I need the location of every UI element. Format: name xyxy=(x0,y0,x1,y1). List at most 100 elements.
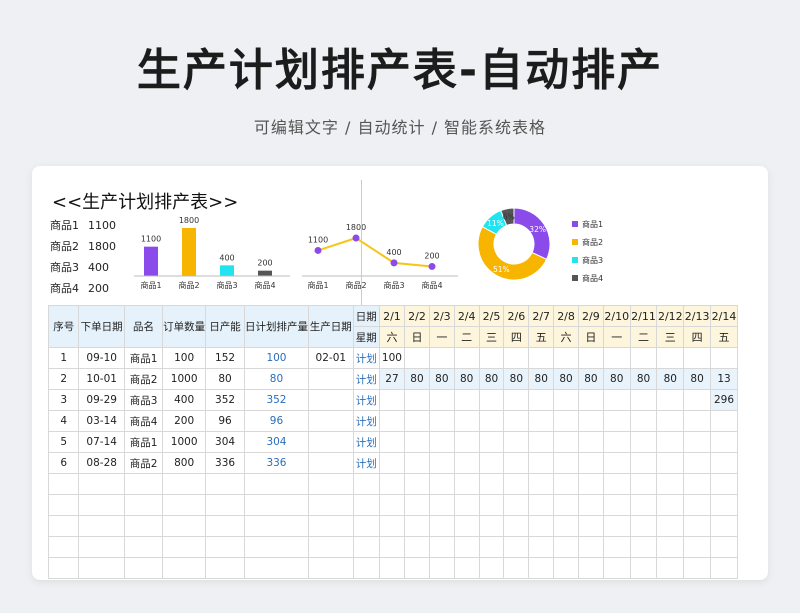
cell-production-date[interactable] xyxy=(307,410,354,432)
cell-production-date[interactable] xyxy=(307,452,354,474)
cell-schedule[interactable] xyxy=(428,389,455,411)
empty-cell[interactable] xyxy=(162,515,207,537)
cell-schedule[interactable] xyxy=(478,431,505,453)
empty-cell[interactable] xyxy=(528,494,555,516)
cell-schedule[interactable] xyxy=(602,431,631,453)
empty-cell[interactable] xyxy=(629,515,658,537)
empty-cell[interactable] xyxy=(78,494,125,516)
cell-schedule[interactable] xyxy=(577,452,604,474)
empty-cell[interactable] xyxy=(683,536,711,558)
cell-schedule[interactable] xyxy=(503,347,530,369)
cell-schedule[interactable]: 80 xyxy=(528,368,555,390)
cell-product[interactable]: 商品2 xyxy=(123,368,164,390)
cell-schedule[interactable] xyxy=(577,389,604,411)
cell-schedule[interactable] xyxy=(602,389,631,411)
cell-schedule[interactable]: 80 xyxy=(453,368,480,390)
empty-cell[interactable] xyxy=(478,473,505,495)
empty-cell[interactable] xyxy=(503,536,530,558)
empty-cell[interactable] xyxy=(577,473,604,495)
empty-cell[interactable] xyxy=(629,536,658,558)
cell-product[interactable]: 商品4 xyxy=(123,410,164,432)
empty-cell[interactable] xyxy=(428,515,455,537)
empty-cell[interactable] xyxy=(602,536,631,558)
empty-cell[interactable] xyxy=(683,494,711,516)
empty-cell[interactable] xyxy=(656,515,685,537)
empty-cell[interactable] xyxy=(528,536,555,558)
empty-cell[interactable] xyxy=(577,515,604,537)
cell-schedule[interactable] xyxy=(683,410,711,432)
cell-schedule[interactable] xyxy=(453,410,480,432)
cell-product[interactable]: 商品3 xyxy=(123,389,164,411)
empty-cell[interactable] xyxy=(577,494,604,516)
cell-schedule[interactable] xyxy=(629,410,658,432)
empty-cell[interactable] xyxy=(205,515,245,537)
cell-schedule[interactable] xyxy=(553,452,579,474)
cell-order-date[interactable]: 08-28 xyxy=(78,452,125,474)
cell-schedule[interactable] xyxy=(503,389,530,411)
empty-cell[interactable] xyxy=(404,494,430,516)
cell-schedule[interactable] xyxy=(378,452,406,474)
empty-cell[interactable] xyxy=(602,494,631,516)
cell-product[interactable]: 商品1 xyxy=(123,347,164,369)
cell-schedule[interactable]: 100 xyxy=(378,347,406,369)
empty-cell[interactable] xyxy=(162,494,207,516)
empty-cell[interactable] xyxy=(123,536,164,558)
cell-schedule[interactable] xyxy=(710,431,738,453)
cell-plan-label[interactable]: 计划 xyxy=(352,347,380,369)
cell-product[interactable]: 商品1 xyxy=(123,431,164,453)
cell-schedule[interactable]: 80 xyxy=(553,368,579,390)
empty-cell[interactable] xyxy=(404,536,430,558)
cell-schedule[interactable] xyxy=(602,452,631,474)
cell-order-qty[interactable]: 400 xyxy=(162,389,207,411)
empty-cell[interactable] xyxy=(528,557,555,579)
empty-cell[interactable] xyxy=(577,557,604,579)
empty-cell[interactable] xyxy=(710,494,738,516)
empty-cell[interactable] xyxy=(404,473,430,495)
empty-cell[interactable] xyxy=(48,494,80,516)
empty-cell[interactable] xyxy=(503,515,530,537)
empty-cell[interactable] xyxy=(683,557,711,579)
cell-schedule[interactable] xyxy=(404,389,430,411)
empty-cell[interactable] xyxy=(453,536,480,558)
cell-daily-capacity[interactable]: 304 xyxy=(205,431,245,453)
empty-cell[interactable] xyxy=(553,494,579,516)
empty-cell[interactable] xyxy=(205,557,245,579)
cell-schedule[interactable] xyxy=(656,410,685,432)
empty-cell[interactable] xyxy=(503,557,530,579)
cell-schedule[interactable] xyxy=(378,410,406,432)
cell-schedule[interactable] xyxy=(528,389,555,411)
empty-cell[interactable] xyxy=(162,557,207,579)
cell-order-date[interactable]: 03-14 xyxy=(78,410,125,432)
empty-cell[interactable] xyxy=(48,515,80,537)
empty-cell[interactable] xyxy=(78,536,125,558)
cell-schedule[interactable] xyxy=(503,452,530,474)
empty-cell[interactable] xyxy=(683,473,711,495)
empty-cell[interactable] xyxy=(205,494,245,516)
empty-cell[interactable] xyxy=(710,515,738,537)
cell-order-qty[interactable]: 200 xyxy=(162,410,207,432)
cell-schedule[interactable] xyxy=(553,347,579,369)
cell-schedule[interactable] xyxy=(453,431,480,453)
empty-cell[interactable] xyxy=(656,536,685,558)
empty-cell[interactable] xyxy=(577,536,604,558)
cell-schedule[interactable] xyxy=(577,410,604,432)
empty-cell[interactable] xyxy=(710,473,738,495)
cell-order-qty[interactable]: 1000 xyxy=(162,368,207,390)
empty-cell[interactable] xyxy=(123,515,164,537)
empty-cell[interactable] xyxy=(428,536,455,558)
cell-schedule[interactable]: 80 xyxy=(577,368,604,390)
empty-cell[interactable] xyxy=(352,473,380,495)
cell-schedule[interactable] xyxy=(656,389,685,411)
empty-cell[interactable] xyxy=(243,536,309,558)
empty-cell[interactable] xyxy=(503,473,530,495)
cell-daily-plan[interactable]: 336 xyxy=(243,452,309,474)
empty-cell[interactable] xyxy=(352,557,380,579)
empty-cell[interactable] xyxy=(503,494,530,516)
empty-cell[interactable] xyxy=(553,515,579,537)
cell-schedule[interactable] xyxy=(553,410,579,432)
cell-daily-capacity[interactable]: 152 xyxy=(205,347,245,369)
cell-schedule[interactable] xyxy=(478,410,505,432)
cell-plan-label[interactable]: 计划 xyxy=(352,431,380,453)
empty-cell[interactable] xyxy=(78,515,125,537)
cell-schedule[interactable]: 80 xyxy=(629,368,658,390)
